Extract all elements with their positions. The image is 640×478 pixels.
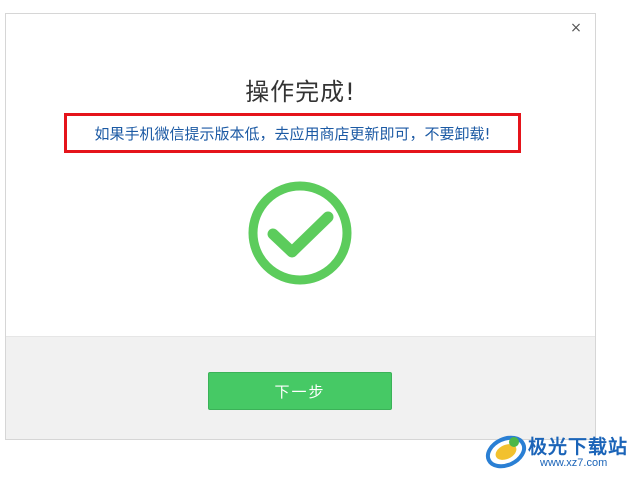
dialog-title: 操作完成!	[245, 78, 356, 106]
notice-text: 如果手机微信提示版本低，去应用商店更新即可，不要卸载!	[94, 124, 491, 143]
aurora-logo-icon	[485, 435, 527, 469]
close-button[interactable]: ×	[567, 19, 585, 37]
notice-highlight-box: 如果手机微信提示版本低，去应用商店更新即可，不要卸载!	[64, 113, 521, 153]
success-dialog: × 操作完成! 如果手机微信提示版本低，去应用商店更新即可，不要卸载! 下一步	[5, 13, 596, 440]
check-circle-icon	[248, 181, 352, 285]
watermark: 极光下载站 www.xz7.com	[484, 424, 634, 474]
watermark-url: www.xz7.com	[540, 457, 608, 469]
check-circle-ring	[248, 181, 352, 285]
next-step-button[interactable]: 下一步	[208, 372, 392, 410]
watermark-name: 极光下载站	[528, 436, 629, 458]
check-mark	[267, 211, 334, 258]
